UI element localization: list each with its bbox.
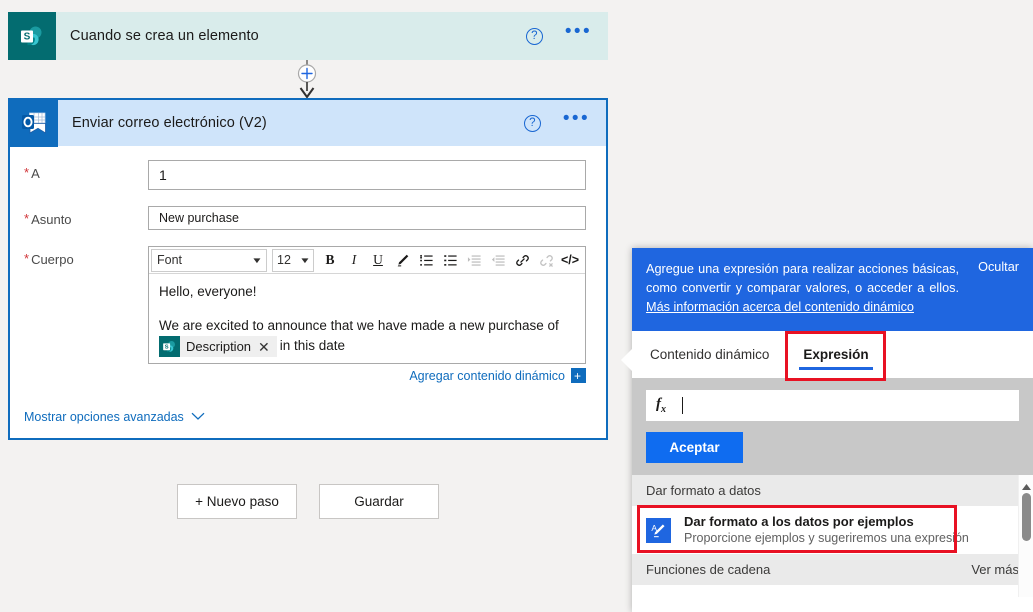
group-header-dar-formato-a-datos: Dar formato a datos [632, 475, 1033, 506]
action-card-body: *A *Asunto *Cuerpo [10, 160, 606, 454]
list-item-title: Dar formato a los datos por ejemplos [684, 514, 914, 529]
add-dynamic-content-link[interactable]: Agregar contenido dinámico [409, 369, 565, 383]
italic-icon[interactable]: I [342, 249, 366, 272]
save-button[interactable]: Guardar [319, 484, 439, 519]
font-size-value: 12 [277, 253, 291, 267]
group-header-funciones-de-cadena: Funciones de cadena Ver más [632, 554, 1033, 585]
action-card-send-email: Enviar correo electrónico (V2) ? ••• * A … [8, 98, 608, 440]
trigger-title: Cuando se crea un elemento [70, 28, 259, 44]
tab-expresion-label: Expresión [803, 347, 869, 362]
editor-line-2-before: We are excited to announce that we have … [159, 318, 559, 333]
unlink-icon[interactable] [534, 249, 558, 272]
fx-function-icon: fx [656, 396, 666, 415]
link-icon[interactable] [510, 249, 534, 272]
close-x-icon[interactable]: ✕ [258, 337, 273, 357]
help-circle-icon[interactable]: ? [523, 114, 541, 132]
outlook-icon [10, 99, 58, 147]
numbered-list-icon[interactable] [414, 249, 438, 272]
group-title: Dar formato a datos [646, 483, 761, 498]
chevron-down-icon: ▼ [251, 255, 263, 265]
required-asterisk: * [24, 165, 30, 180]
field-body-label: * Cuerpo [24, 251, 74, 268]
add-dynamic-content-plus-button[interactable]: + [571, 368, 586, 383]
field-to-label: * A [24, 165, 40, 182]
svg-text:S: S [24, 32, 31, 43]
field-body: * Cuerpo Font ▼ 12 ▼ B I U </> Hello, ev… [10, 246, 606, 383]
rich-text-editor: Font ▼ 12 ▼ B I U </> Hello, everyone! W… [148, 246, 586, 364]
flyout-tabs: Contenido dinámico Expresión [621, 331, 1033, 381]
font-size-dropdown[interactable]: 12 ▼ [272, 248, 314, 272]
show-advanced-options-link[interactable]: Mostrar opciones avanzadas [24, 410, 184, 424]
tab-contenido-dinamico-label: Contenido dinámico [650, 347, 770, 362]
chevron-down-icon: ▼ [299, 255, 311, 265]
editor-toolbar: Font ▼ 12 ▼ B I U </> [149, 247, 585, 274]
text-caret [682, 397, 683, 414]
add-step-plus-icon[interactable] [286, 60, 328, 100]
list-item-format-data-by-examples[interactable]: A Dar formato a los datos por ejemplos P… [632, 506, 1033, 554]
list-item-subtitle: Proporcione ejemplos y sugeriremos una e… [684, 531, 969, 545]
token-label: Description [186, 338, 252, 354]
expression-input[interactable]: fx [646, 390, 1019, 421]
to-input[interactable] [148, 160, 586, 190]
required-asterisk: * [24, 211, 30, 226]
indent-increase-icon[interactable] [462, 249, 486, 272]
learn-more-link[interactable]: Más información acerca del contenido din… [646, 300, 914, 314]
banner-description: Agregue una expresión para realizar acci… [646, 262, 959, 295]
dynamic-content-token[interactable]: S Description ✕ [159, 336, 277, 357]
bulleted-list-icon[interactable] [438, 249, 462, 272]
sharepoint-icon: S [159, 336, 180, 357]
font-name-value: Font [157, 253, 183, 267]
new-step-button[interactable]: + Nuevo paso [177, 484, 297, 519]
required-asterisk: * [24, 251, 30, 266]
scrollbar-thumb[interactable] [1022, 493, 1031, 541]
banner-text: Agregue una expresión para realizar acci… [646, 260, 1019, 317]
field-subject-label: * Asunto [24, 211, 72, 228]
ellipsis-icon[interactable]: ••• [563, 109, 590, 131]
hide-banner-link[interactable]: Ocultar [978, 260, 1019, 274]
editor-content[interactable]: Hello, everyone! We are excited to annou… [149, 274, 585, 363]
list-scrollbar[interactable] [1018, 475, 1033, 597]
dynamic-content-flyout: Agregue una expresión para realizar acci… [621, 248, 1033, 612]
code-view-icon[interactable]: </> [558, 249, 582, 272]
group-title: Funciones de cadena [646, 562, 771, 577]
flow-canvas: S Cuando se crea un elemento ? ••• Envia… [0, 0, 625, 612]
highlight-pen-icon[interactable] [390, 249, 414, 272]
chevron-down-icon [191, 408, 205, 426]
format-data-by-examples-icon: A [646, 517, 671, 543]
trigger-card[interactable]: S Cuando se crea un elemento ? ••• [8, 12, 608, 60]
callout-arrow-icon [621, 349, 632, 371]
tab-selected-underline [799, 367, 873, 370]
editor-line-1: Hello, everyone! [159, 284, 257, 299]
font-name-dropdown[interactable]: Font ▼ [151, 248, 267, 272]
expression-info-banner: Agregue una expresión para realizar acci… [632, 248, 1033, 331]
tab-contenido-dinamico[interactable]: Contenido dinámico [646, 331, 773, 378]
action-card-header[interactable]: Enviar correo electrónico (V2) ? ••• [10, 99, 606, 147]
ellipsis-icon[interactable]: ••• [565, 22, 592, 44]
indent-decrease-icon[interactable] [486, 249, 510, 272]
svg-text:S: S [165, 345, 169, 351]
action-title: Enviar correo electrónico (V2) [72, 115, 267, 131]
underline-icon[interactable]: U [366, 249, 390, 272]
help-circle-icon[interactable]: ? [525, 27, 543, 45]
accept-button[interactable]: Aceptar [646, 432, 743, 463]
tab-expresion[interactable]: Expresión [799, 331, 873, 378]
group-see-more[interactable]: Ver más [971, 562, 1019, 577]
subject-input[interactable] [148, 206, 586, 230]
show-advanced-options-row[interactable]: Mostrar opciones avanzadas [24, 408, 205, 426]
editor-line-2-after: in this date [279, 338, 346, 354]
sharepoint-icon: S [8, 12, 56, 60]
add-dynamic-content-row: Agregar contenido dinámico + [148, 368, 586, 383]
field-subject: * Asunto [10, 206, 606, 230]
bold-icon[interactable]: B [318, 249, 342, 272]
editor-line-2: We are excited to announce that we have … [159, 316, 575, 357]
expression-function-list: Dar formato a datos A Dar formato a los … [632, 475, 1033, 597]
flow-action-buttons: + Nuevo paso Guardar [177, 484, 439, 519]
app-root: S Cuando se crea un elemento ? ••• Envia… [0, 0, 1033, 612]
expression-editor-area: fx Aceptar [632, 378, 1033, 475]
field-to: * A [10, 160, 606, 190]
